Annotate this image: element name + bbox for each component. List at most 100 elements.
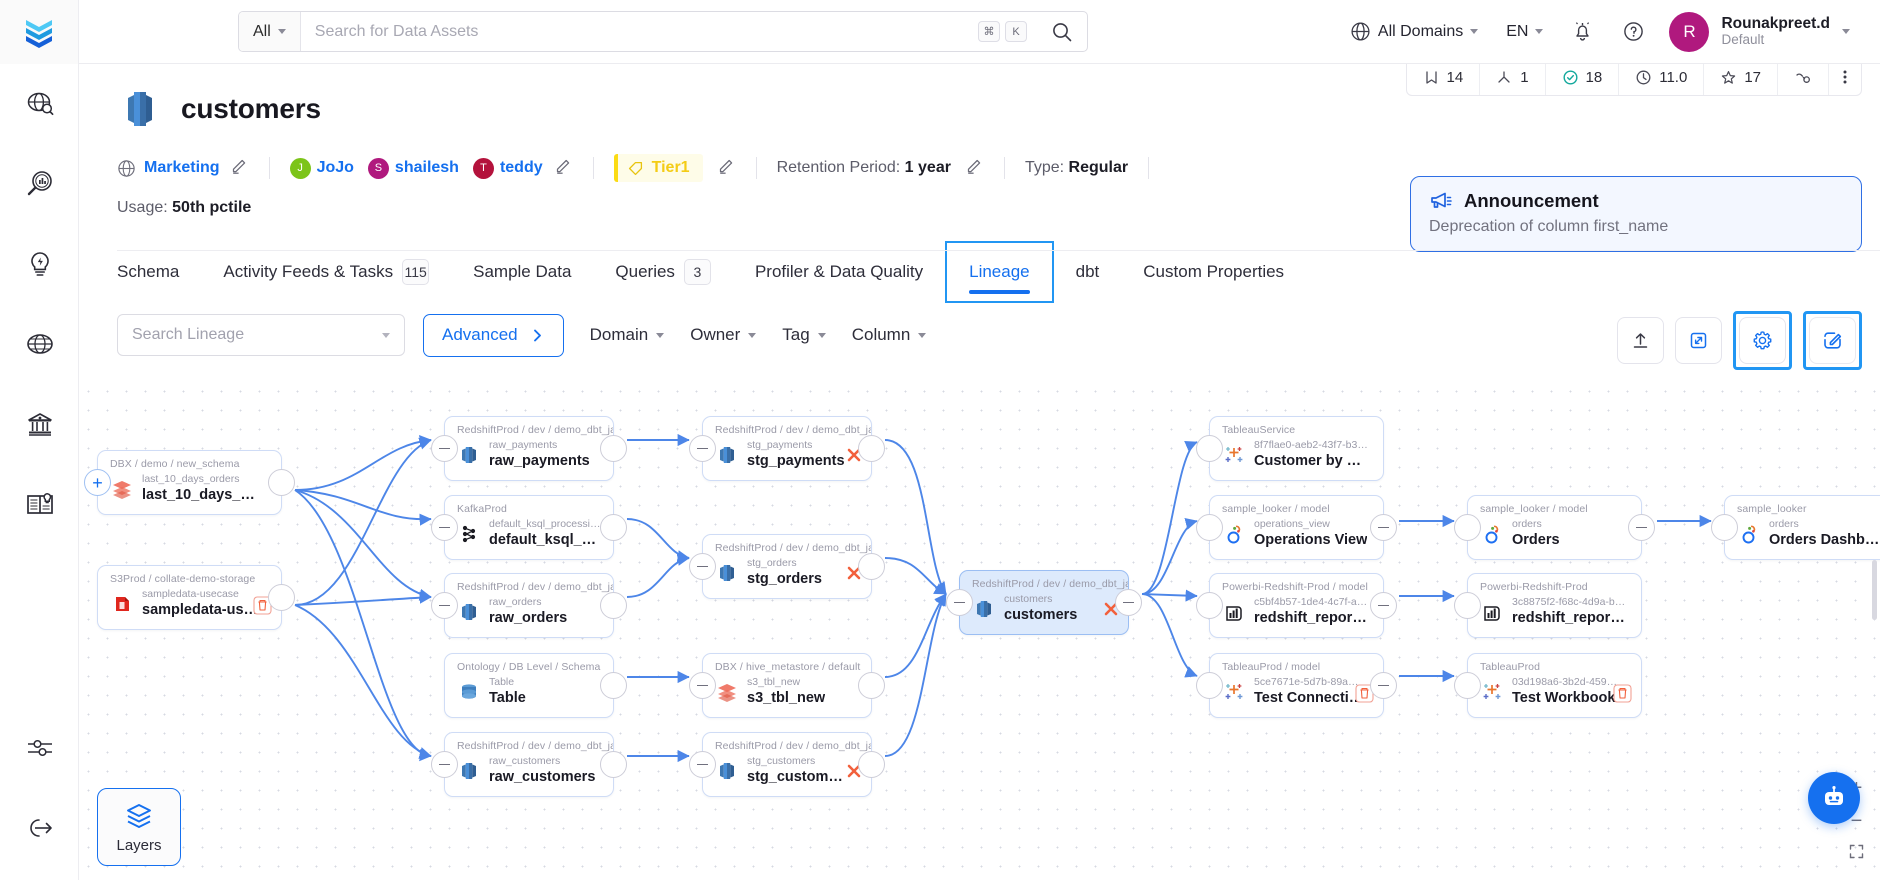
node-output-handle[interactable] xyxy=(268,584,295,611)
node-output-handle[interactable] xyxy=(858,751,885,778)
sidebar-item-incidents[interactable] xyxy=(0,224,79,304)
tab-profiler-data-quality[interactable]: Profiler & Data Quality xyxy=(733,245,945,299)
lineage-canvas[interactable]: DBX / demo / new_schema last_10_days_ord… xyxy=(79,382,1880,880)
lineage-node-test-workbook[interactable]: TableauProd 03d198a6-3b2d-459e-9f85-c823… xyxy=(1454,653,1642,719)
notifications-button[interactable] xyxy=(1557,0,1608,64)
node-output-handle[interactable] xyxy=(600,672,627,699)
search-scope-dropdown[interactable]: All xyxy=(239,12,301,51)
lineage-node-default_ksql_processing_log[interactable]: KafkaProd default_ksql_processing_log de… xyxy=(431,495,627,561)
collapse-downstream-handle[interactable] xyxy=(1370,592,1397,619)
node-output-handle[interactable] xyxy=(268,469,295,496)
lineage-node-Table[interactable]: Ontology / DB Level / Schema Table Table xyxy=(444,653,627,719)
owner-chip[interactable]: J JoJo xyxy=(289,157,354,179)
lineage-node-sampledata-usecase[interactable]: S3Prod / collate-demo-storage sampledata… xyxy=(97,565,295,631)
node-output-handle[interactable] xyxy=(600,592,627,619)
collapse-upstream-handle[interactable] xyxy=(431,514,458,541)
lineage-node-raw_orders[interactable]: RedshiftProd / dev / demo_dbt_jaffle raw… xyxy=(431,573,627,639)
sidebar-item-domains[interactable] xyxy=(0,304,79,384)
node-input-handle[interactable] xyxy=(1196,435,1223,462)
collapse-upstream-handle[interactable] xyxy=(689,435,716,462)
tab-activity-feeds-tasks[interactable]: Activity Feeds & Tasks 115 xyxy=(201,245,451,299)
lineage-node-stg_payments[interactable]: RedshiftProd / dev / demo_dbt_jaffle stg… xyxy=(689,416,885,482)
collapse-upstream-handle[interactable] xyxy=(431,751,458,778)
filter-column[interactable]: Column xyxy=(852,325,927,345)
node-input-handle[interactable] xyxy=(1711,514,1738,541)
filter-tag[interactable]: Tag xyxy=(782,325,826,345)
sidebar-item-logout[interactable] xyxy=(0,788,79,868)
search-input[interactable] xyxy=(300,22,978,41)
announcement-card[interactable]: Announcement Deprecation of column first… xyxy=(1410,176,1862,252)
fit-view-button[interactable] xyxy=(1849,844,1864,864)
node-output-handle[interactable] xyxy=(858,553,885,580)
collapse-upstream-handle[interactable] xyxy=(431,435,458,462)
sidebar-item-settings[interactable] xyxy=(0,708,79,788)
node-input-handle[interactable] xyxy=(1454,592,1481,619)
collapse-downstream-handle[interactable] xyxy=(1115,589,1142,616)
help-button[interactable] xyxy=(1608,0,1659,64)
sidebar-item-glossary[interactable] xyxy=(0,464,79,544)
owner-chip[interactable]: T teddy xyxy=(472,157,543,179)
lineage-node-redshift_report_lineage-1[interactable]: Powerbi-Redshift-Prod / model c5bf4b57-1… xyxy=(1196,573,1397,639)
sidebar-item-explore[interactable] xyxy=(0,64,79,144)
lineage-node-raw_customers[interactable]: RedshiftProd / dev / demo_dbt_jaffle raw… xyxy=(431,732,627,798)
node-input-handle[interactable] xyxy=(1196,592,1223,619)
owner-chip[interactable]: S shailesh xyxy=(367,157,459,179)
tab-sample-data[interactable]: Sample Data xyxy=(451,245,593,299)
expand-upstream-handle[interactable]: + xyxy=(84,469,111,496)
node-input-handle[interactable] xyxy=(1196,514,1223,541)
collapse-downstream-handle[interactable] xyxy=(1370,514,1397,541)
lineage-node-s3_tbl_new[interactable]: DBX / hive_metastore / default s3_tbl_ne… xyxy=(689,653,885,719)
lineage-node-customers[interactable]: RedshiftProd / dev / demo_dbt_jaffle cus… xyxy=(946,570,1142,636)
node-output-handle[interactable] xyxy=(858,435,885,462)
tab-custom-properties[interactable]: Custom Properties xyxy=(1121,245,1306,299)
tab-schema[interactable]: Schema xyxy=(117,245,201,299)
tab-queries[interactable]: Queries 3 xyxy=(593,245,733,299)
lineage-node-stg_orders[interactable]: RedshiftProd / dev / demo_dbt_jaffle stg… xyxy=(689,534,885,600)
lineage-node-test-connection[interactable]: TableauProd / model 5ce7671e-5d7b-89a9-1… xyxy=(1196,653,1397,719)
lineage-node-stg_customers[interactable]: RedshiftProd / dev / demo_dbt_jaffle stg… xyxy=(689,732,885,798)
app-logo[interactable] xyxy=(0,0,79,64)
language-selector[interactable]: EN xyxy=(1492,0,1557,64)
lineage-node-orders-dashboard[interactable]: sample_looker orders Orders Dashboard xyxy=(1711,495,1880,561)
search-submit-button[interactable] xyxy=(1037,21,1087,43)
node-output-handle[interactable] xyxy=(858,672,885,699)
filter-owner[interactable]: Owner xyxy=(690,325,757,345)
lineage-search-input[interactable]: Search Lineage xyxy=(117,314,405,356)
node-output-handle[interactable] xyxy=(600,435,627,462)
user-menu[interactable]: R Rounakpreet.d Default xyxy=(1659,0,1864,64)
lineage-node-orders[interactable]: sample_looker / model orders Orders xyxy=(1454,495,1655,561)
layers-button[interactable]: Layers xyxy=(97,788,181,866)
advanced-search-button[interactable]: Advanced xyxy=(423,313,564,357)
node-input-handle[interactable] xyxy=(1196,672,1223,699)
domain-selector[interactable]: All Domains xyxy=(1336,0,1492,64)
collapse-downstream-handle[interactable] xyxy=(1370,672,1397,699)
canvas-scrollbar[interactable] xyxy=(1872,560,1877,620)
collapse-upstream-handle[interactable] xyxy=(689,672,716,699)
collapse-upstream-handle[interactable] xyxy=(946,589,973,616)
edit-domain-button[interactable] xyxy=(230,156,249,180)
node-output-handle[interactable] xyxy=(600,514,627,541)
delete-node-icon[interactable] xyxy=(1613,683,1632,708)
filter-domain[interactable]: Domain xyxy=(590,325,665,345)
domain-link[interactable]: Marketing xyxy=(144,159,220,177)
node-output-handle[interactable] xyxy=(600,751,627,778)
edit-retention-button[interactable] xyxy=(965,156,984,180)
collapse-upstream-handle[interactable] xyxy=(431,592,458,619)
collapse-upstream-handle[interactable] xyxy=(689,751,716,778)
lineage-node-raw_payments[interactable]: RedshiftProd / dev / demo_dbt_jaffle raw… xyxy=(431,416,627,482)
tab-dbt[interactable]: dbt xyxy=(1054,245,1122,299)
node-input-handle[interactable] xyxy=(1454,514,1481,541)
collapse-downstream-handle[interactable] xyxy=(1628,514,1655,541)
edit-owners-button[interactable] xyxy=(554,156,573,180)
node-input-handle[interactable] xyxy=(1454,672,1481,699)
fullscreen-button[interactable] xyxy=(1675,317,1722,364)
lineage-node-operations-view[interactable]: sample_looker / model operations_view Op… xyxy=(1196,495,1397,561)
lineage-node-customer-by-region[interactable]: TableauService 8f7flae0-aeb2-43f7-b311-8… xyxy=(1196,416,1384,482)
sidebar-item-insights[interactable] xyxy=(0,144,79,224)
chat-bot-button[interactable] xyxy=(1808,772,1860,824)
edit-lineage-button[interactable] xyxy=(1809,317,1856,364)
sidebar-item-govern[interactable] xyxy=(0,384,79,464)
lineage-node-last_10_days_orders[interactable]: DBX / demo / new_schema last_10_days_ord… xyxy=(84,450,295,516)
lineage-settings-button[interactable] xyxy=(1739,317,1786,364)
export-button[interactable] xyxy=(1617,317,1664,364)
